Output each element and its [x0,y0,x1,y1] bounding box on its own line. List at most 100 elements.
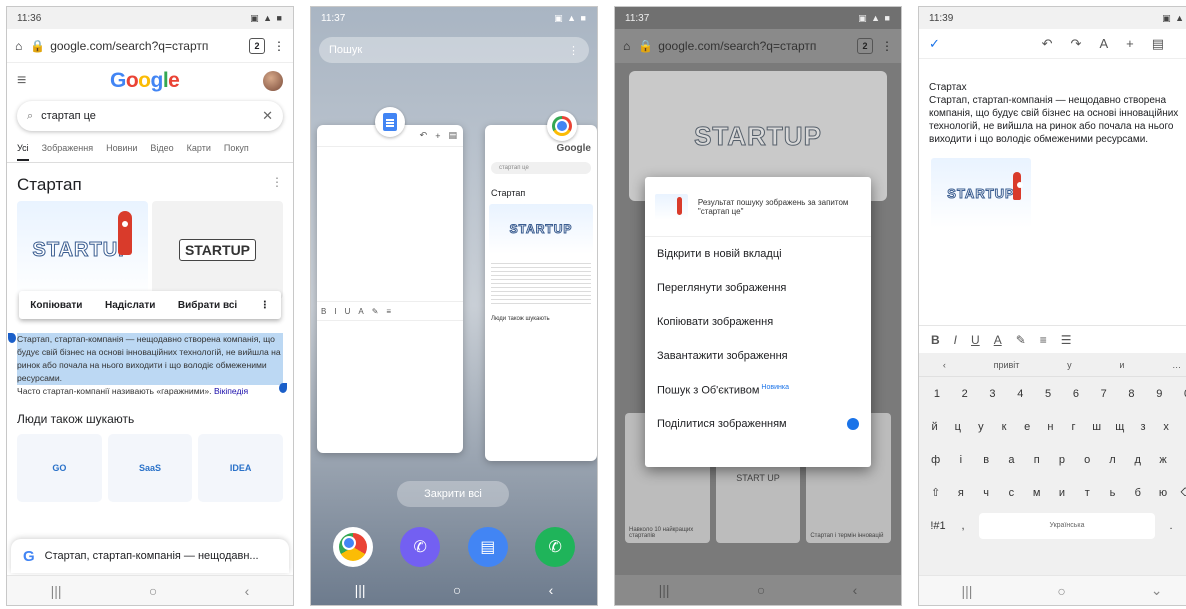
back-nav-icon[interactable]: ‹ [549,582,554,598]
key[interactable]: ї [1179,414,1186,440]
collapse-icon[interactable]: ‹ [943,360,946,370]
recents-search-bar[interactable]: Пошук ⋮ [319,37,589,63]
docs-app-icon[interactable] [375,107,405,137]
tab-shopping[interactable]: Покуп [224,143,249,162]
view-image-item[interactable]: Переглянути зображення [645,271,871,305]
tab-maps[interactable]: Карти [187,143,211,162]
doc-paragraph[interactable]: Стартап, стартап-компанія — нещодавно ст… [929,94,1186,146]
key[interactable]: 9 [1149,381,1169,407]
recents-nav-icon[interactable]: ||| [355,582,366,598]
tab-images[interactable]: Зображення [42,143,93,162]
lens-search-item[interactable]: Пошук з Об'єктивом Новинка [645,373,871,407]
key[interactable]: и [1052,480,1072,506]
key[interactable]: 2 [955,381,975,407]
share-image-item[interactable]: Поділитися зображенням [645,407,871,441]
done-check-icon[interactable]: ✓ [929,36,1024,52]
tab-news[interactable]: Новини [106,143,137,162]
pasted-image[interactable]: STARTUP [931,158,1031,228]
more-icon[interactable]: ⋮ [260,300,270,311]
key[interactable]: 8 [1121,381,1141,407]
italic-button[interactable]: I [954,333,957,347]
key[interactable]: р [1052,447,1072,473]
keyboard-hide-icon[interactable]: ⌄ [1151,582,1163,599]
suggestion[interactable]: у [1067,360,1072,370]
key[interactable]: 6 [1066,381,1086,407]
share-button[interactable]: Надіслати [105,300,155,311]
key[interactable]: о [1077,447,1097,473]
copy-button[interactable]: Копіювати [30,300,82,311]
startup-sketch-image[interactable]: STARTUP [152,201,283,299]
align-button[interactable]: ≡ [1040,333,1047,347]
document-body[interactable]: Стартах Стартап, стартап-компанія — нещо… [919,59,1186,228]
undo-icon[interactable]: ↶ [1042,36,1053,52]
key[interactable]: м [1027,480,1047,506]
search-query[interactable]: стартап це [41,110,254,122]
key[interactable]: б [1128,480,1148,506]
docs-app-card[interactable]: ↶ + ▤ B I U A ✎ ≡ [317,125,463,453]
key[interactable]: н [1040,414,1060,440]
key[interactable]: 1 [927,381,947,407]
period-key[interactable]: . [1161,513,1181,539]
list-button[interactable]: ☰ [1061,333,1072,347]
key[interactable]: ф [926,447,946,473]
back-nav-icon[interactable]: ‹ [853,582,858,598]
copy-image-item[interactable]: Копіювати зображення [645,305,871,339]
key[interactable]: 7 [1094,381,1114,407]
bold-button[interactable]: B [931,333,940,347]
key[interactable]: х [1156,414,1176,440]
chrome-app-card[interactable]: Google стартап це Стартап STARTUP Люди т… [485,125,597,461]
selection-end-handle[interactable] [279,383,287,393]
related-card[interactable]: IDEA [198,434,284,502]
overflow-menu-icon[interactable]: ⋮ [273,39,285,53]
comma-key[interactable]: , [953,513,973,539]
selection-start-handle[interactable] [8,333,16,343]
suggestion[interactable]: и [1119,360,1124,370]
select-all-button[interactable]: Вибрати всі [178,300,237,311]
enter-icon[interactable]: ↵ [1181,513,1186,539]
key[interactable]: у [971,414,991,440]
key[interactable]: г [1064,414,1084,440]
key[interactable]: й [925,414,945,440]
home-nav-icon[interactable]: ○ [1057,583,1065,599]
recents-nav-icon[interactable]: ||| [961,583,972,599]
related-card[interactable]: GO [17,434,102,502]
text-color-button[interactable]: A [994,333,1002,347]
home-nav-icon[interactable]: ○ [453,582,461,598]
avatar[interactable] [262,71,283,91]
tab-switcher-button[interactable]: 2 [857,38,873,54]
key[interactable]: ш [1087,414,1107,440]
key[interactable]: т [1077,480,1097,506]
overflow-menu-icon[interactable]: ⋮ [881,39,893,53]
more-options-icon[interactable]: ⋮ [271,175,283,195]
key[interactable]: д [1128,447,1148,473]
key[interactable]: к [994,414,1014,440]
recents-nav-icon[interactable]: ||| [51,583,62,599]
download-image-item[interactable]: Завантажити зображення [645,339,871,373]
key[interactable]: п [1027,447,1047,473]
docs-dock-icon[interactable]: ▤ [467,527,508,567]
key[interactable]: ь [1102,480,1122,506]
overflow-menu-icon[interactable]: ⋮ [1182,36,1186,52]
backspace-icon[interactable]: ⌫ [1178,480,1186,506]
key[interactable]: а [1001,447,1021,473]
comment-icon[interactable]: ▤ [1152,36,1164,52]
tab-video[interactable]: Відео [150,143,173,162]
key[interactable]: ю [1153,480,1173,506]
tab-all[interactable]: Усі [17,143,29,161]
close-all-button[interactable]: Закрити всі [397,481,509,507]
chrome-dock-icon[interactable] [332,527,373,567]
home-nav-icon[interactable]: ○ [149,583,157,599]
redo-icon[interactable]: ↷ [1071,36,1082,52]
startup-image[interactable]: STARTUP [17,201,148,299]
key[interactable]: я [951,480,971,506]
key[interactable]: і [951,447,971,473]
key[interactable]: з [1133,414,1153,440]
hamburger-menu-icon[interactable]: ≡ [17,72,26,90]
key[interactable]: с [1001,480,1021,506]
home-nav-icon[interactable]: ○ [757,582,765,598]
key[interactable]: л [1102,447,1122,473]
key[interactable]: 4 [1010,381,1030,407]
selected-text[interactable]: Стартап, стартап-компанія — нещодавно ст… [17,333,283,385]
chrome-app-icon[interactable] [547,111,577,141]
doc-title-line[interactable]: Стартах [929,81,1186,94]
